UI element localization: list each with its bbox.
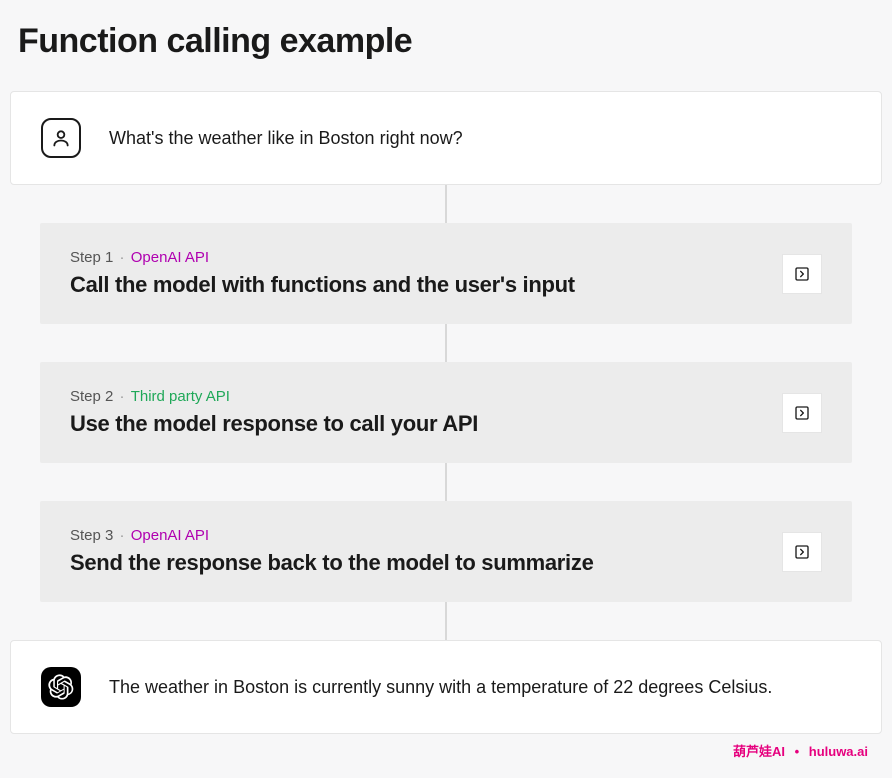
user-prompt-card: What's the weather like in Boston right … [10, 91, 882, 185]
connector-line [445, 185, 447, 223]
watermark-dot: • [795, 744, 800, 759]
step-card-3: Step 3 · OpenAI API Send the response ba… [40, 501, 852, 602]
expand-button[interactable] [782, 393, 822, 433]
watermark-left: 葫芦娃AI [733, 744, 785, 759]
step-title: Send the response back to the model to s… [70, 550, 762, 576]
separator-dot: · [120, 527, 125, 544]
step-meta: Step 3 · OpenAI API [70, 527, 762, 544]
step-number-label: Step 3 [70, 527, 113, 544]
watermark-right: huluwa.ai [809, 744, 868, 759]
assistant-response-text: The weather in Boston is currently sunny… [109, 677, 772, 698]
connector-line [445, 463, 447, 501]
user-icon [41, 118, 81, 158]
user-prompt-text: What's the weather like in Boston right … [109, 128, 463, 149]
step-card-2: Step 2 · Third party API Use the model r… [40, 362, 852, 463]
expand-button[interactable] [782, 532, 822, 572]
connector-line [445, 324, 447, 362]
step-number-label: Step 1 [70, 249, 113, 266]
step-card-1: Step 1 · OpenAI API Call the model with … [40, 223, 852, 324]
watermark: 葫芦娃AI • huluwa.ai [733, 741, 868, 760]
page-title: Function calling example [18, 22, 882, 61]
expand-button[interactable] [782, 254, 822, 294]
step-source-label: Third party API [131, 388, 230, 405]
separator-dot: · [120, 388, 125, 405]
step-meta: Step 1 · OpenAI API [70, 249, 762, 266]
step-title: Use the model response to call your API [70, 411, 762, 437]
connector-line [445, 602, 447, 640]
chevron-right-box-icon [794, 266, 810, 282]
assistant-response-card: The weather in Boston is currently sunny… [10, 640, 882, 734]
step-number-label: Step 2 [70, 388, 113, 405]
step-source-label: OpenAI API [131, 249, 209, 266]
step-title: Call the model with functions and the us… [70, 272, 762, 298]
step-meta: Step 2 · Third party API [70, 388, 762, 405]
chevron-right-box-icon [794, 405, 810, 421]
openai-logo-icon [41, 667, 81, 707]
separator-dot: · [120, 249, 125, 266]
step-source-label: OpenAI API [131, 527, 209, 544]
chevron-right-box-icon [794, 544, 810, 560]
